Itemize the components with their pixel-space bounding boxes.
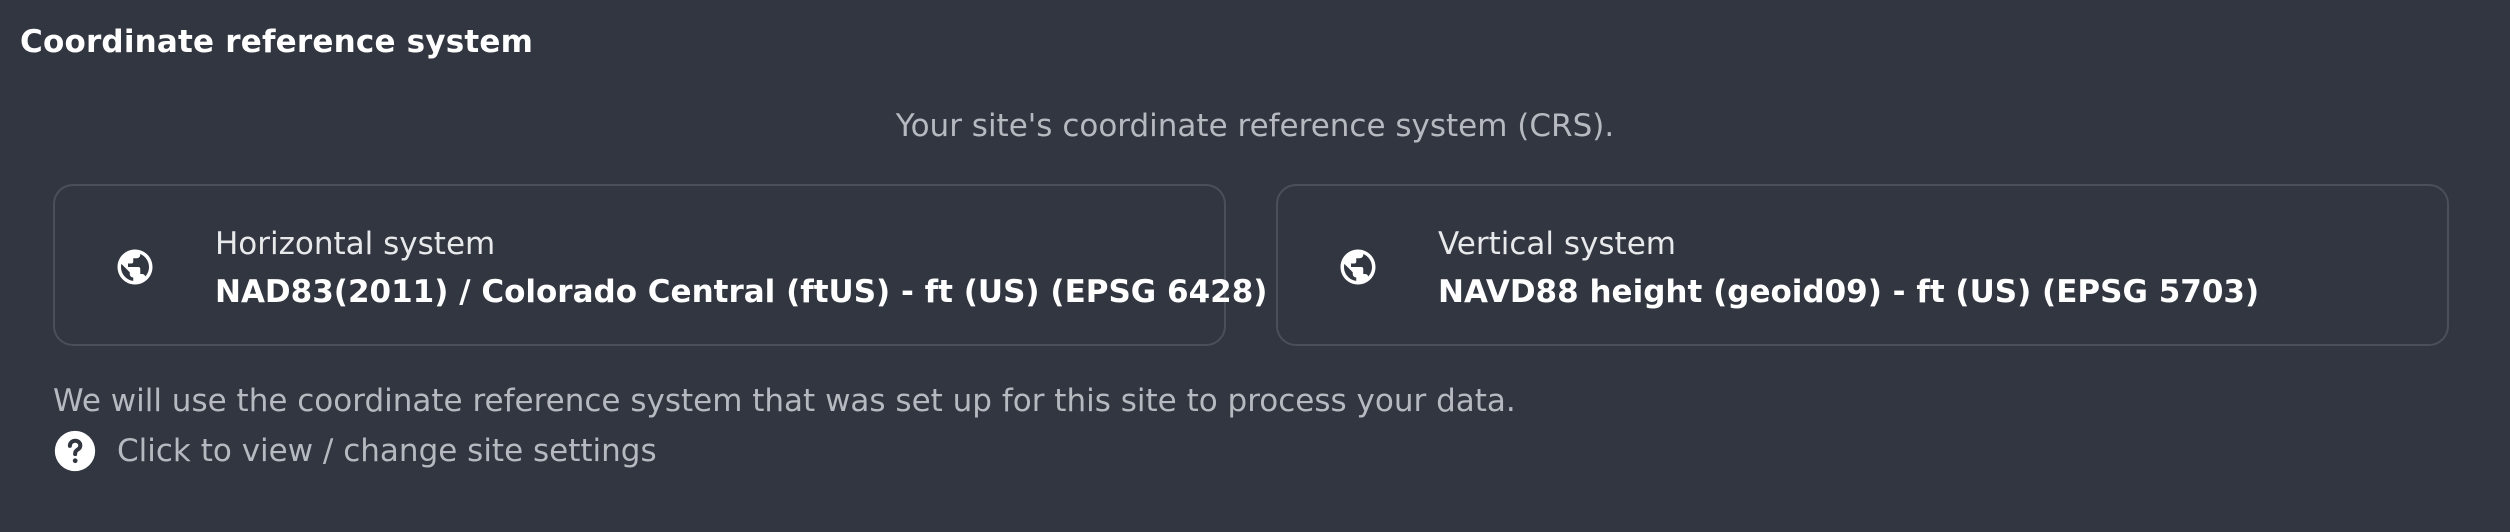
help-circle-icon (54, 430, 96, 472)
globe-icon (1340, 249, 1376, 285)
horizontal-system-card: Horizontal system NAD83(2011) / Colorado… (53, 184, 1267, 346)
section-subtitle: Your site's coordinate reference system … (895, 108, 1615, 144)
vertical-system-value: NAVD88 height (geoid09) - ft (US) (EPSG … (1438, 274, 2260, 310)
vertical-system-label: Vertical system (1438, 226, 1676, 262)
section-title: Coordinate reference system (20, 24, 534, 60)
crs-panel: Coordinate reference system Your site's … (0, 0, 2510, 532)
horizontal-system-label: Horizontal system (215, 226, 496, 262)
site-settings-link[interactable]: Click to view / change site settings (53, 426, 657, 476)
site-settings-link-label[interactable]: Click to view / change site settings (117, 433, 657, 469)
horizontal-system-value: NAD83(2011) / Colorado Central (ftUS) - … (215, 274, 1268, 310)
processing-note: We will use the coordinate reference sys… (53, 383, 1516, 419)
globe-icon (117, 249, 153, 285)
vertical-system-card: Vertical system NAVD88 height (geoid09) … (1276, 184, 2449, 346)
